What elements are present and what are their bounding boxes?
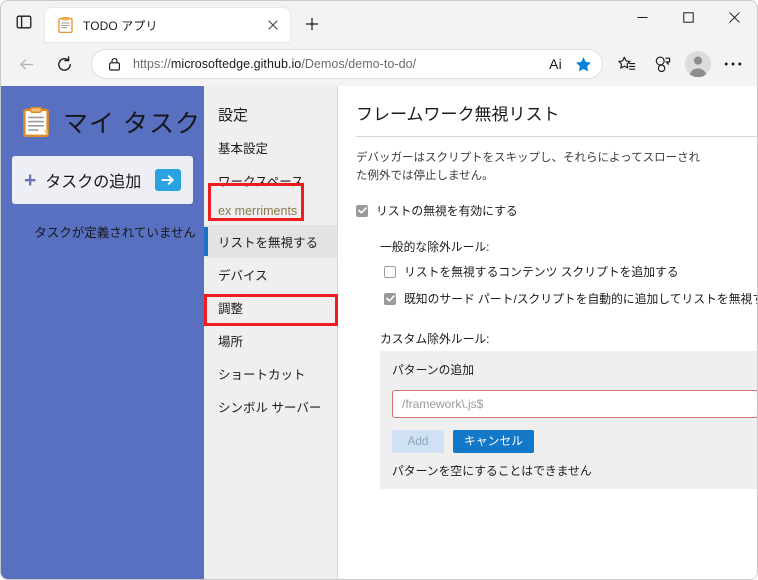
pattern-button-row: Add キャンセル <box>392 430 757 454</box>
collections-icon[interactable] <box>611 48 643 80</box>
sidebar-item-workspace[interactable]: ワークスペース <box>204 164 337 197</box>
third-party-scripts-label: 既知のサード パート/スクリプトを自動的に追加してリストを無視する <box>404 291 758 306</box>
browser-window: TODO アプリ https://microsoftedge.github.io… <box>0 0 758 580</box>
lock-icon <box>106 57 122 71</box>
maximize-button[interactable] <box>665 1 711 34</box>
content-scripts-label: リストを無視するコンテンツ スクリプトを追加する <box>404 264 679 279</box>
custom-rules-label: カスタム除外ルール: <box>380 332 490 347</box>
pane-description: デバッガーはスクリプトをスキップし、それらによってスローされた例外では停止しませ… <box>356 152 701 182</box>
add-task-label: タスクの追加 <box>45 174 142 191</box>
empty-task-message: タスクが定義されていません <box>34 226 196 240</box>
add-pattern-heading: パターンの追加 <box>392 363 474 378</box>
page-content: マイ タスク + タスクの追加 タスクが定義されていません 設定 基本設定 ワー… <box>1 86 758 579</box>
todo-app-panel: マイ タスク + タスクの追加 タスクが定義されていません <box>1 86 204 579</box>
new-tab-button[interactable] <box>297 9 327 39</box>
settings-main-pane: フレームワーク無視リスト デバッガーはスクリプトをスキップし、それらによってスロ… <box>338 86 758 579</box>
enable-ignore-list-label: リストの無視を有効にする <box>376 203 518 218</box>
pane-title: フレームワーク無視リスト <box>356 100 757 137</box>
add-task-button[interactable]: + タスクの追加 <box>12 156 193 204</box>
pattern-error-message: パターンを空にすることはできません <box>392 464 592 479</box>
clipboard-icon <box>57 17 74 34</box>
third-party-scripts-row[interactable]: 既知のサード パート/スクリプトを自動的に追加してリストを無視する <box>384 291 758 306</box>
sidebar-item-preferences[interactable]: 基本設定 <box>204 131 337 164</box>
star-filled-icon[interactable] <box>570 51 596 77</box>
content-scripts-checkbox[interactable] <box>384 265 396 278</box>
tab-sidebar-icon[interactable] <box>7 5 41 39</box>
enable-ignore-list-row[interactable]: リストの無視を有効にする <box>356 203 757 218</box>
page-title: マイ タスク <box>63 110 201 138</box>
settings-nav-title: 設定 <box>218 107 249 124</box>
copilot-ai-button[interactable]: Ai <box>543 56 568 72</box>
browser-tab[interactable]: TODO アプリ <box>45 8 290 42</box>
sidebar-item-shortcuts[interactable]: ショートカット <box>204 357 337 390</box>
reload-button[interactable] <box>48 48 80 80</box>
enable-ignore-list-checkbox[interactable] <box>356 204 368 217</box>
sidebar-item-symbol-server[interactable]: シンボル サーバー <box>204 390 337 423</box>
address-bar: https://microsoftedge.github.io/Demos/de… <box>1 42 757 86</box>
third-party-scripts-checkbox[interactable] <box>384 292 396 305</box>
settings-nav: 設定 基本設定 ワークスペース ex merriments リストを無視する デ… <box>204 86 338 579</box>
close-icon[interactable] <box>262 14 284 36</box>
arrow-right-icon[interactable] <box>155 169 181 191</box>
general-rules-label: 一般的な除外ルール: <box>380 239 490 254</box>
cancel-button[interactable]: キャンセル <box>453 430 534 454</box>
url-text: https://microsoftedge.github.io/Demos/de… <box>133 57 417 71</box>
content-scripts-row[interactable]: リストを無視するコンテンツ スクリプトを追加する <box>384 264 757 279</box>
sidebar-item-experiments[interactable]: ex merriments <box>204 197 337 225</box>
url-bar[interactable]: https://microsoftedge.github.io/Demos/de… <box>91 49 603 79</box>
more-ellipsis-icon[interactable] <box>717 48 749 80</box>
tab-strip: TODO アプリ <box>1 1 757 42</box>
tab-title: TODO アプリ <box>83 18 158 33</box>
add-button[interactable]: Add <box>392 430 444 454</box>
sidebar-item-devices[interactable]: デバイス <box>204 258 337 291</box>
add-pattern-card: パターンの追加 Add キャンセル パターンを空にすることはできません <box>380 351 757 490</box>
minimize-button[interactable] <box>619 1 665 34</box>
clipboard-icon <box>23 106 49 137</box>
window-controls <box>619 1 757 34</box>
todo-header: マイ タスク <box>1 104 204 140</box>
plus-icon: + <box>24 168 37 192</box>
profile-avatar-icon[interactable] <box>681 47 715 81</box>
sidebar-item-ignore-list[interactable]: リストを無視する <box>204 225 337 258</box>
window-close-button[interactable] <box>711 1 757 34</box>
pattern-input[interactable] <box>392 390 757 419</box>
sidebar-item-throttling[interactable]: 調整 <box>204 291 337 324</box>
back-button[interactable] <box>10 48 42 80</box>
split-screen-icon[interactable] <box>647 48 679 80</box>
sidebar-item-locations[interactable]: 場所 <box>204 324 337 357</box>
